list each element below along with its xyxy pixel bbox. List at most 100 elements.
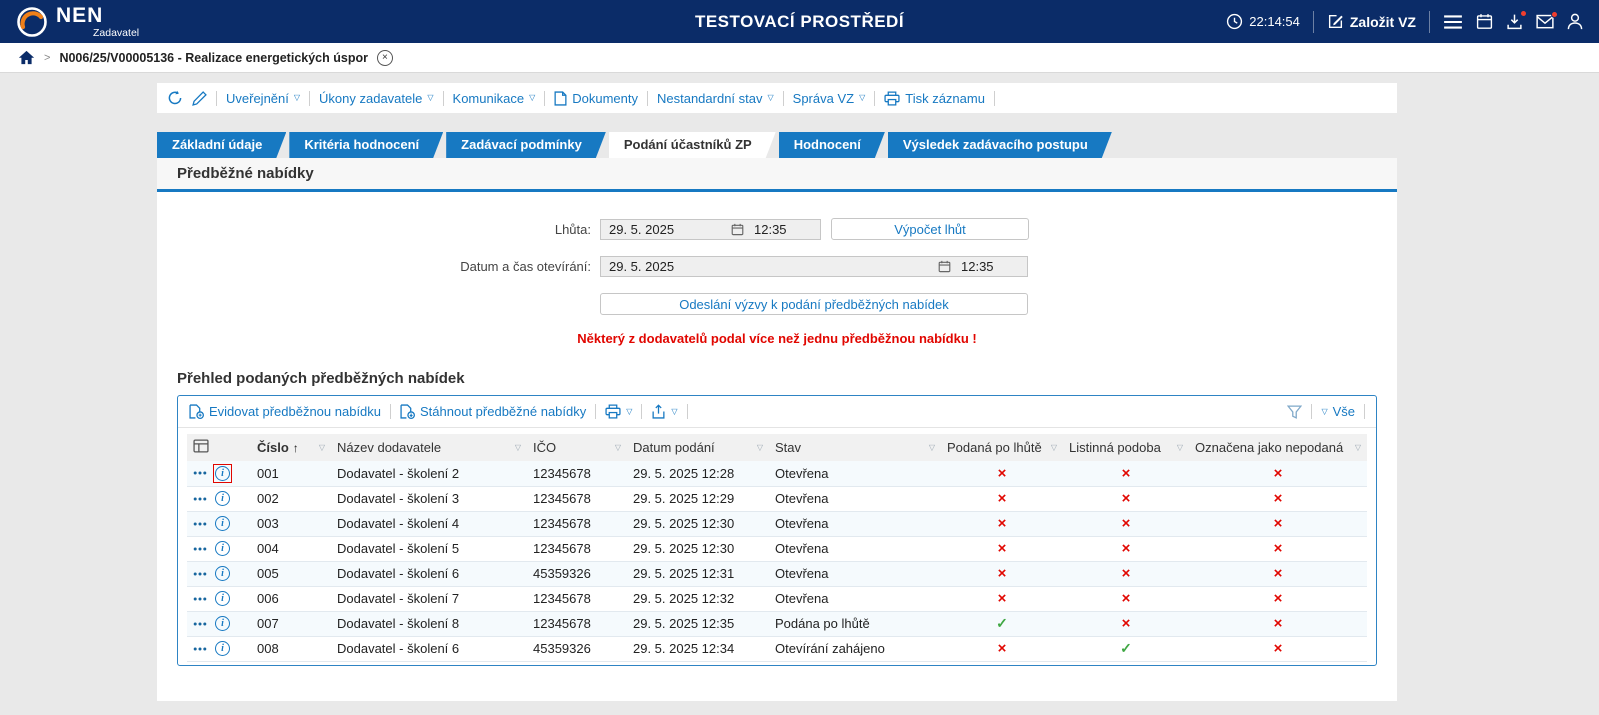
toolbar-item-sprava-vz[interactable]: Správa VZ▽ xyxy=(793,91,866,106)
breadcrumb-item[interactable]: N006/25/V00005136 - Realizace energetick… xyxy=(59,51,368,65)
column-settings-header xyxy=(187,434,251,461)
toolbar-item-tisk-zaznamu[interactable]: Tisk záznamu xyxy=(884,91,985,106)
deadline-input[interactable]: 29. 5. 2025 12:35 xyxy=(600,219,821,240)
row-menu-icon[interactable] xyxy=(193,571,207,577)
topbar-separator xyxy=(1429,11,1430,33)
create-vz-button[interactable]: Založit VZ xyxy=(1327,13,1416,30)
filter-chevron-icon[interactable]: ▽ xyxy=(1177,444,1183,452)
row-submitted: 29. 5. 2025 12:28 xyxy=(627,461,769,486)
nen-home-link[interactable]: NEN Zadavatel xyxy=(16,5,139,39)
deadline-time-value[interactable]: 12:35 xyxy=(754,222,812,237)
download-icon[interactable] xyxy=(1506,13,1523,30)
calendar-icon[interactable] xyxy=(1476,13,1493,30)
cross-icon: × xyxy=(1274,590,1283,607)
download-offers-button[interactable]: Stáhnout předběžné nabídky xyxy=(400,404,586,419)
table-row: i001Dodavatel - školení 21234567829. 5. … xyxy=(187,461,1367,486)
row-info-button[interactable]: i xyxy=(213,464,232,483)
row-info-button[interactable]: i xyxy=(213,589,232,608)
compute-deadlines-button[interactable]: Výpočet lhůt xyxy=(831,218,1029,240)
row-status: Otevřena xyxy=(769,486,941,511)
row-info-button[interactable]: i xyxy=(213,614,232,633)
check-icon: ✓ xyxy=(996,615,1008,631)
column-header-oznacena-jako-nepodana[interactable]: Označena jako nepodaná▽ xyxy=(1189,434,1367,461)
column-header-datum-podani[interactable]: Datum podání▽ xyxy=(627,434,769,461)
tab-podani-ucastniku-zp[interactable]: Podání účastníků ZP xyxy=(609,132,776,158)
row-info-button[interactable]: i xyxy=(213,539,232,558)
row-menu-icon[interactable] xyxy=(193,470,207,476)
tab-kriteria-hodnoceni[interactable]: Kritéria hodnocení xyxy=(289,132,443,158)
row-ico: 45359326 xyxy=(527,636,627,661)
tab-zadavaci-podminky[interactable]: Zadávací podmínky xyxy=(446,132,606,158)
deadline-date-value[interactable]: 29. 5. 2025 xyxy=(609,222,731,237)
menu-icon[interactable] xyxy=(1443,14,1463,30)
filter-chevron-icon[interactable]: ▽ xyxy=(929,444,935,452)
opening-date-value[interactable]: 29. 5. 2025 xyxy=(609,259,938,274)
toolbar-item-dokumenty[interactable]: Dokumenty xyxy=(554,91,638,106)
filter-icon[interactable] xyxy=(1287,405,1302,419)
column-header-nazev-dodavatele[interactable]: Název dodavatele▽ xyxy=(331,434,527,461)
column-header-stav[interactable]: Stav▽ xyxy=(769,434,941,461)
opening-input[interactable]: 29. 5. 2025 12:35 xyxy=(600,256,1028,277)
mail-icon[interactable] xyxy=(1536,14,1554,29)
export-grid-button[interactable]: ▽ xyxy=(651,404,677,419)
send-invitation-button[interactable]: Odeslání výzvy k podání předběžných nabí… xyxy=(600,293,1028,315)
breadcrumb: > N006/25/V00005136 - Realizace energeti… xyxy=(0,43,1599,73)
cross-icon: × xyxy=(998,565,1007,582)
tab-zakladni-udaje[interactable]: Základní údaje xyxy=(157,132,286,158)
tab-label: Hodnocení xyxy=(794,137,861,152)
filter-chevron-icon[interactable]: ▽ xyxy=(319,444,325,452)
row-supplier: Dodavatel - školení 3 xyxy=(331,486,527,511)
row-status: Otevřena xyxy=(769,461,941,486)
toolbar-item-nestandardni-stav[interactable]: Nestandardní stav▽ xyxy=(657,91,774,106)
opening-time-value[interactable]: 12:35 xyxy=(961,259,1019,274)
print-grid-button[interactable]: ▽ xyxy=(605,404,632,419)
column-header-ico[interactable]: IČO▽ xyxy=(527,434,627,461)
row-info-button[interactable]: i xyxy=(213,489,232,508)
tab-vysledek-zadavaciho-postupu[interactable]: Výsledek zadávacího postupu xyxy=(888,132,1112,158)
info-icon: i xyxy=(215,466,230,481)
toolbar-item-uverejneni[interactable]: Uveřejnění▽ xyxy=(226,91,300,106)
row-menu-icon[interactable] xyxy=(193,596,207,602)
row-status: Otevřena xyxy=(769,536,941,561)
filter-chevron-icon[interactable]: ▽ xyxy=(615,444,621,452)
edit-record-icon[interactable] xyxy=(192,91,207,106)
calendar-picker-icon[interactable] xyxy=(731,223,744,236)
filter-chevron-icon[interactable]: ▽ xyxy=(1051,444,1057,452)
cell-late: × xyxy=(941,511,1063,536)
row-submitted: 29. 5. 2025 12:34 xyxy=(627,636,769,661)
row-info-button[interactable]: i xyxy=(213,564,232,583)
printer-icon xyxy=(605,404,621,419)
register-offer-button[interactable]: Evidovat předběžnou nabídku xyxy=(189,404,381,419)
column-header-cislo[interactable]: Číslo↑▽ xyxy=(251,434,331,461)
toolbar-item-ukony-zadavatele[interactable]: Úkony zadavatele▽ xyxy=(319,91,434,106)
filter-chevron-icon[interactable]: ▽ xyxy=(757,444,763,452)
filter-chevron-icon[interactable]: ▽ xyxy=(515,444,521,452)
cell-late: × xyxy=(941,536,1063,561)
column-header-podana-po-lhute[interactable]: Podaná po lhůtě▽ xyxy=(941,434,1063,461)
calendar-picker-icon[interactable] xyxy=(938,260,951,273)
row-submitted: 29. 5. 2025 12:29 xyxy=(627,486,769,511)
row-menu-icon[interactable] xyxy=(193,621,207,627)
info-icon: i xyxy=(215,591,230,606)
toolbar-item-komunikace[interactable]: Komunikace▽ xyxy=(453,91,536,106)
row-menu-icon[interactable] xyxy=(193,546,207,552)
row-menu-icon[interactable] xyxy=(193,521,207,527)
row-menu-icon[interactable] xyxy=(193,646,207,652)
history-icon[interactable] xyxy=(167,90,183,106)
row-ico: 12345678 xyxy=(527,511,627,536)
column-header-listinna-podoba[interactable]: Listinná podoba▽ xyxy=(1063,434,1189,461)
tab-hodnoceni[interactable]: Hodnocení xyxy=(779,132,885,158)
filter-chevron-icon[interactable]: ▽ xyxy=(1355,444,1361,452)
row-info-button[interactable]: i xyxy=(213,639,232,658)
row-menu-icon[interactable] xyxy=(193,496,207,502)
row-actions-cell: i xyxy=(187,586,251,611)
cell-not-submitted: × xyxy=(1189,536,1367,561)
cross-icon: × xyxy=(1122,540,1131,557)
warning-message: Některý z dodavatelů podal více než jedn… xyxy=(157,331,1397,346)
cell-not-submitted: × xyxy=(1189,586,1367,611)
close-record-icon[interactable]: × xyxy=(377,50,393,66)
home-icon[interactable] xyxy=(18,50,35,65)
user-icon[interactable] xyxy=(1567,13,1583,30)
filter-all-dropdown[interactable]: ▽ Vše xyxy=(1321,404,1355,419)
row-info-button[interactable]: i xyxy=(213,514,232,533)
